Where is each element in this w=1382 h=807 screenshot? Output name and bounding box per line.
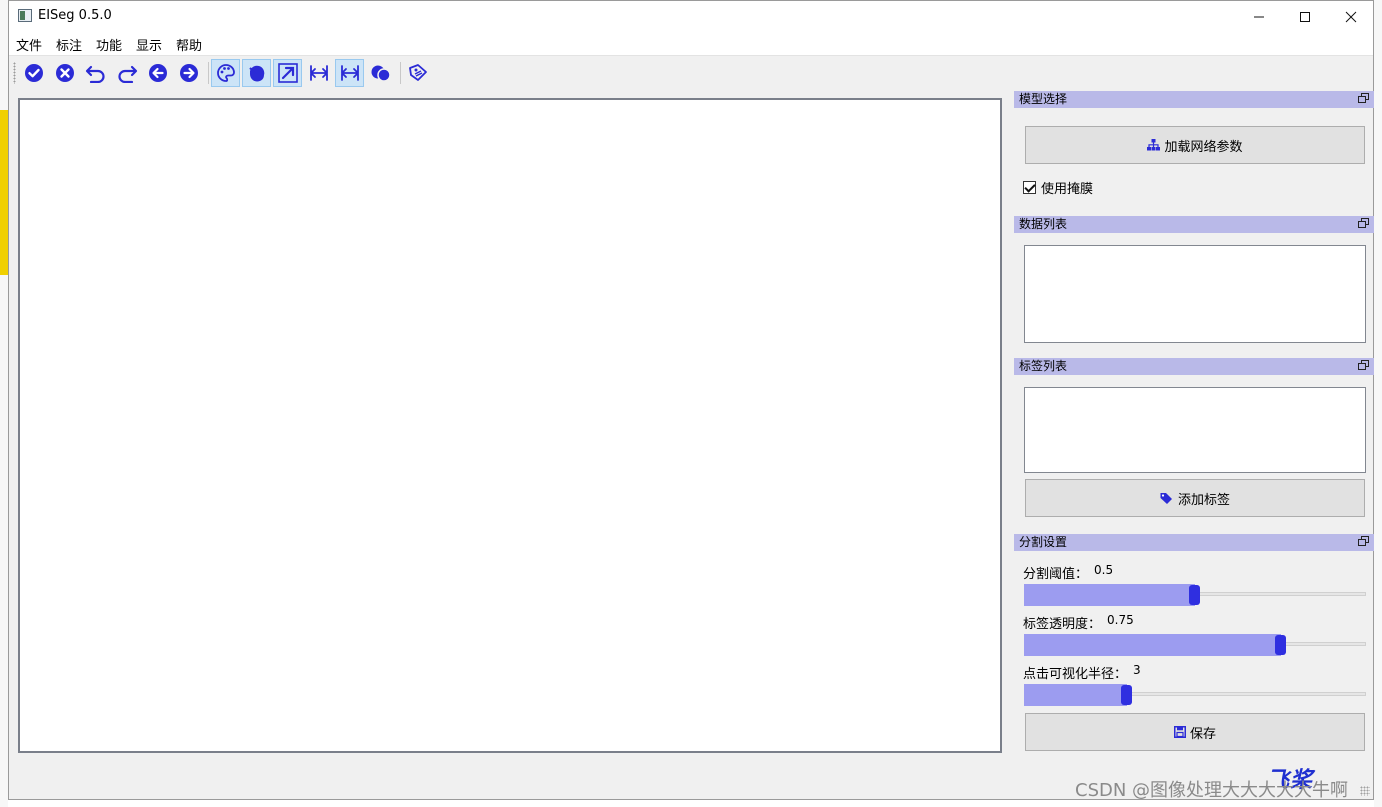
load-model-button[interactable]: 加载网络参数 (1025, 126, 1365, 164)
dock-float-icon[interactable] (1358, 536, 1369, 546)
model-panel-title-text: 模型选择 (1019, 92, 1068, 106)
fill-drop-icon (248, 65, 264, 82)
desktop-background-right (1374, 0, 1382, 807)
model-panel-title: 模型选择 (1014, 91, 1374, 108)
add-label-button[interactable]: 添加标签 (1025, 479, 1365, 517)
title-bar: EISeg 0.5.0 (9, 1, 1373, 32)
view-toggle[interactable] (273, 59, 302, 87)
sitemap-icon (1147, 139, 1161, 151)
redo-button[interactable] (112, 59, 141, 87)
use-mask-checkbox[interactable]: 使用掩膜 (1023, 178, 1093, 197)
opacity-label-row: 标签透明度： 0.75 (1023, 613, 1134, 632)
arrow-left-circle-icon (148, 64, 167, 82)
undo-button[interactable] (81, 59, 110, 87)
check-circle-icon (24, 64, 43, 82)
next-image-button[interactable] (174, 59, 203, 87)
finish-button[interactable] (19, 59, 48, 87)
slider-fill (1024, 634, 1281, 656)
load-model-label: 加载网络参数 (1164, 139, 1243, 155)
save-button-label: 保存 (1189, 726, 1216, 742)
prev-image-button[interactable] (143, 59, 172, 87)
overlap-circles-icon (371, 65, 391, 82)
radius-label-row: 点击可视化半径： 3 (1023, 663, 1141, 682)
opacity-label: 标签透明度： (1023, 617, 1102, 632)
data-panel-title-text: 数据列表 (1019, 217, 1068, 231)
menu-help[interactable]: 帮助 (176, 35, 202, 54)
data-list[interactable] (1024, 245, 1366, 343)
scale-toggle[interactable] (335, 59, 364, 87)
dock-float-icon[interactable] (1358, 93, 1369, 103)
threshold-value: 0.5 (1094, 563, 1114, 577)
window-title: EISeg 0.5.0 (38, 8, 112, 23)
toolbar-separator (400, 62, 401, 84)
toolbar (9, 55, 1373, 88)
desktop-image-fragment (0, 110, 8, 275)
threshold-slider[interactable] (1024, 584, 1366, 606)
radius-value: 3 (1133, 663, 1141, 677)
use-mask-label: 使用掩膜 (1041, 182, 1094, 197)
data-panel-title: 数据列表 (1014, 216, 1374, 233)
menu-annotate[interactable]: 标注 (56, 35, 82, 54)
maximize-button[interactable] (1282, 1, 1328, 32)
redo-icon (117, 65, 137, 83)
close-button[interactable] (1328, 1, 1374, 32)
tags-icon (1160, 492, 1172, 504)
opacity-value: 0.75 (1107, 613, 1134, 627)
toolbar-separator (208, 62, 209, 84)
label-panel-title-text: 标签列表 (1019, 359, 1068, 373)
label-panel-title: 标签列表 (1014, 358, 1374, 375)
minimize-icon (1254, 16, 1264, 17)
seg-panel-title-text: 分割设置 (1019, 535, 1068, 549)
slider-handle[interactable] (1189, 585, 1200, 605)
resize-icon (309, 65, 328, 81)
add-label-text: 添加标签 (1177, 492, 1230, 508)
scale-button[interactable] (304, 59, 333, 87)
label-tool-button[interactable] (403, 59, 432, 87)
threshold-label: 分割阈值： (1023, 567, 1089, 582)
maximize-icon (1300, 11, 1310, 22)
tag-icon (408, 64, 427, 81)
palette-toggle[interactable] (211, 59, 240, 87)
resize-icon (340, 65, 359, 81)
menu-bar: 文件 标注 功能 显示 帮助 (9, 32, 1373, 55)
seg-panel-title: 分割设置 (1014, 534, 1374, 551)
minimize-button[interactable] (1236, 1, 1282, 32)
arrow-right-circle-icon (179, 64, 198, 82)
image-canvas[interactable] (18, 98, 1002, 753)
menu-file[interactable]: 文件 (16, 35, 42, 54)
opacity-slider[interactable] (1024, 634, 1366, 656)
slider-fill (1024, 584, 1195, 606)
dock-float-icon[interactable] (1358, 218, 1369, 228)
app-window: EISeg 0.5.0 文件 标注 功能 显示 帮助 模型选择 加载网络参数 使… (8, 0, 1374, 800)
dock-float-icon[interactable] (1358, 360, 1369, 370)
size-grip[interactable] (1360, 786, 1370, 796)
desktop-background-left (0, 0, 8, 807)
toolbar-grip[interactable] (13, 62, 16, 84)
save-icon (1173, 726, 1186, 738)
slider-handle[interactable] (1120, 685, 1132, 705)
slider-handle[interactable] (1274, 635, 1286, 655)
slider-fill (1024, 684, 1127, 706)
checkbox-checked-icon[interactable] (1023, 181, 1036, 194)
csdn-watermark: CSDN @图像处理大大大大大牛啊 (1075, 780, 1349, 801)
fill-toggle[interactable] (242, 59, 271, 87)
menu-display[interactable]: 显示 (136, 35, 162, 54)
menu-function[interactable]: 功能 (96, 35, 122, 54)
palette-icon (216, 64, 235, 82)
undo-icon (85, 65, 105, 83)
radius-label: 点击可视化半径： (1023, 667, 1128, 682)
radius-slider[interactable] (1024, 684, 1366, 706)
x-circle-icon (55, 64, 74, 82)
label-list[interactable] (1024, 387, 1366, 473)
app-icon (18, 9, 32, 22)
save-button[interactable]: 保存 (1025, 713, 1365, 751)
airplane-icon (277, 63, 298, 83)
clear-button[interactable] (50, 59, 79, 87)
overlap-button[interactable] (366, 59, 395, 87)
close-icon (1345, 11, 1357, 22)
threshold-label-row: 分割阈值： 0.5 (1023, 563, 1113, 582)
